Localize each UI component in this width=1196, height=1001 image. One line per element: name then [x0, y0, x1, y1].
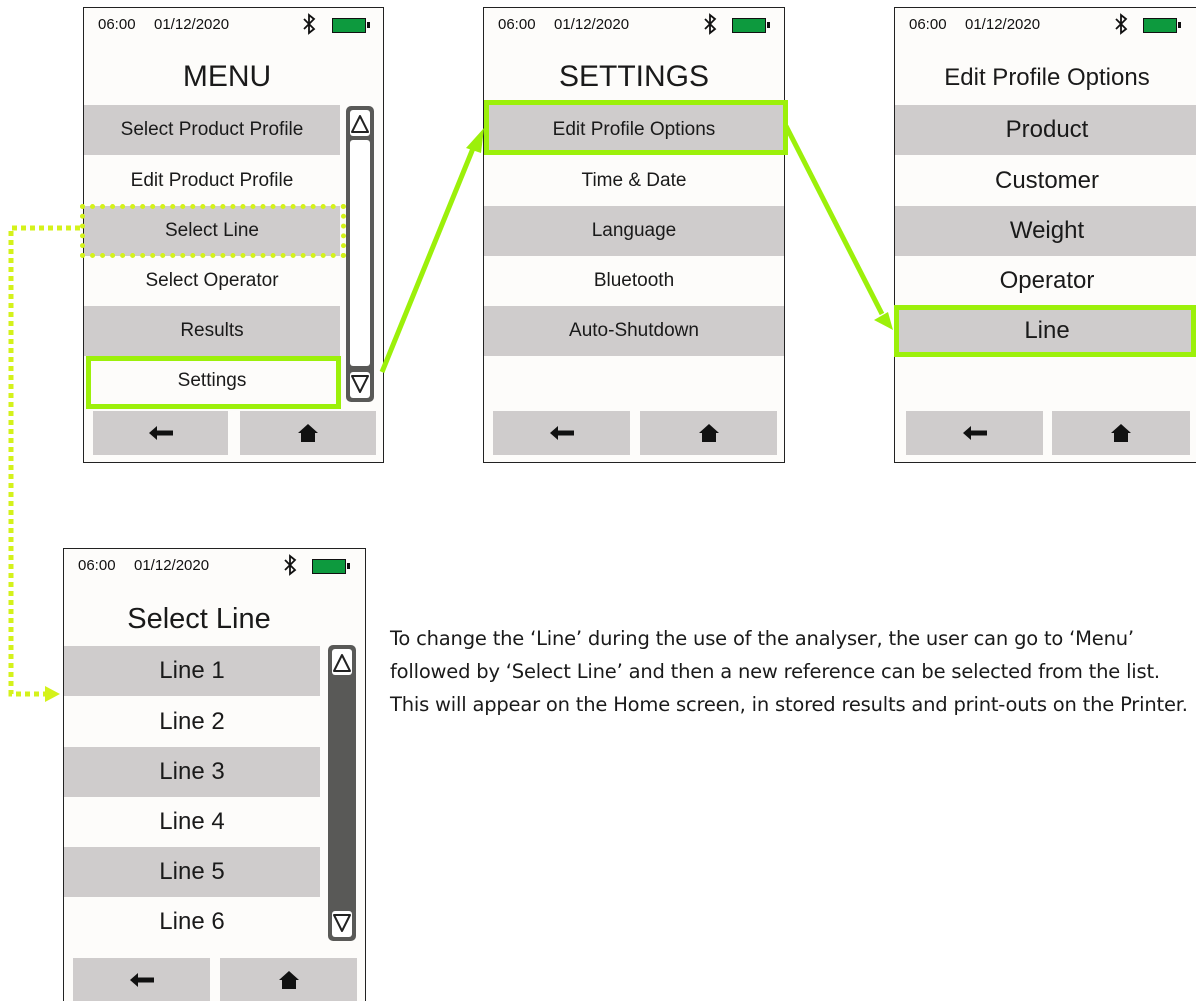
- back-button[interactable]: [906, 411, 1043, 455]
- option-line[interactable]: Line: [895, 306, 1196, 356]
- status-bar: 06:00 01/12/2020: [484, 8, 784, 42]
- settings-item-time-date[interactable]: Time & Date: [484, 156, 784, 206]
- line-item-3[interactable]: Line 3: [64, 747, 320, 797]
- menu-item-settings[interactable]: Settings: [84, 356, 340, 406]
- line-list-scrollbar[interactable]: [328, 645, 356, 941]
- home-icon: [298, 424, 318, 442]
- option-customer[interactable]: Customer: [895, 156, 1196, 206]
- option-weight[interactable]: Weight: [895, 206, 1196, 256]
- home-button[interactable]: [1052, 411, 1190, 455]
- bluetooth-icon: [1115, 13, 1128, 35]
- select-line-screen: 06:00 01/12/2020 Select Line Line 1 Line…: [63, 548, 366, 1001]
- scroll-down-icon[interactable]: [350, 372, 370, 398]
- battery-icon: [1143, 18, 1181, 33]
- status-time: 06:00: [78, 557, 116, 574]
- scroll-track[interactable]: [350, 140, 370, 366]
- settings-item-language[interactable]: Language: [484, 206, 784, 256]
- line-item-6[interactable]: Line 6: [64, 897, 320, 947]
- home-button[interactable]: [220, 958, 357, 1001]
- flow-arrowhead: [45, 686, 60, 702]
- line-item-2[interactable]: Line 2: [64, 697, 320, 747]
- home-button[interactable]: [240, 411, 376, 455]
- battery-icon: [312, 559, 350, 574]
- menu-item-results[interactable]: Results: [84, 306, 340, 356]
- back-button[interactable]: [73, 958, 210, 1001]
- scroll-down-icon[interactable]: [332, 911, 352, 937]
- option-product[interactable]: Product: [895, 105, 1196, 155]
- page-title: MENU: [182, 60, 272, 93]
- back-arrow-icon: [148, 426, 173, 440]
- status-time: 06:00: [498, 16, 536, 33]
- menu-item-select-operator[interactable]: Select Operator: [84, 256, 340, 306]
- menu-item-select-line[interactable]: Select Line: [84, 206, 340, 256]
- line-item-1[interactable]: Line 1: [64, 646, 320, 696]
- scroll-up-icon[interactable]: [332, 649, 352, 675]
- status-date: 01/12/2020: [134, 557, 210, 574]
- bluetooth-icon: [284, 554, 297, 576]
- battery-icon: [332, 18, 370, 33]
- scroll-up-icon[interactable]: [350, 110, 370, 136]
- line-item-4[interactable]: Line 4: [64, 797, 320, 847]
- menu-item-select-product-profile[interactable]: Select Product Profile: [84, 105, 340, 155]
- status-date: 01/12/2020: [965, 16, 1041, 33]
- settings-screen: 06:00 01/12/2020 SETTINGS Edit Profile O…: [483, 7, 785, 463]
- status-date: 01/12/2020: [554, 16, 630, 33]
- page-title: SETTINGS: [558, 60, 709, 93]
- status-time: 06:00: [98, 16, 136, 33]
- back-arrow-icon: [129, 973, 154, 987]
- status-date: 01/12/2020: [154, 16, 230, 33]
- settings-item-auto-shutdown[interactable]: Auto-Shutdown: [484, 306, 784, 356]
- flow-arrowhead: [874, 312, 893, 330]
- home-icon: [698, 424, 719, 442]
- menu-scrollbar[interactable]: [346, 106, 374, 402]
- home-icon: [1111, 424, 1131, 442]
- menu-item-edit-product-profile[interactable]: Edit Product Profile: [84, 156, 340, 206]
- line-item-5[interactable]: Line 5: [64, 847, 320, 897]
- home-button[interactable]: [640, 411, 777, 455]
- battery-icon: [732, 18, 770, 33]
- bluetooth-icon: [704, 13, 717, 35]
- flow-arrow-edit-profile: [783, 124, 885, 316]
- status-bar: 06:00 01/12/2020: [64, 549, 365, 583]
- menu-screen: 06:00 01/12/2020 MENU Select Product Pro…: [83, 7, 384, 463]
- flow-arrowhead: [466, 128, 484, 153]
- page-title: Select Line: [127, 603, 271, 635]
- status-bar: 06:00 01/12/2020: [84, 8, 383, 42]
- back-arrow-icon: [962, 426, 987, 440]
- edit-profile-options-screen: 06:00 01/12/2020 Edit Profile Options Pr…: [894, 7, 1196, 463]
- back-arrow-icon: [549, 426, 574, 440]
- flow-arrow-settings: [379, 145, 477, 373]
- description-text: To change the ‘Line’ during the use of t…: [390, 627, 1188, 716]
- settings-item-bluetooth[interactable]: Bluetooth: [484, 256, 784, 306]
- home-icon: [278, 971, 299, 989]
- back-button[interactable]: [93, 411, 228, 455]
- back-button[interactable]: [493, 411, 630, 455]
- settings-item-edit-profile-options[interactable]: Edit Profile Options: [484, 105, 784, 155]
- bluetooth-icon: [303, 13, 316, 35]
- status-bar: 06:00 01/12/2020: [895, 8, 1196, 42]
- option-operator[interactable]: Operator: [895, 256, 1196, 306]
- status-time: 06:00: [909, 16, 947, 33]
- page-title: Edit Profile Options: [944, 64, 1150, 91]
